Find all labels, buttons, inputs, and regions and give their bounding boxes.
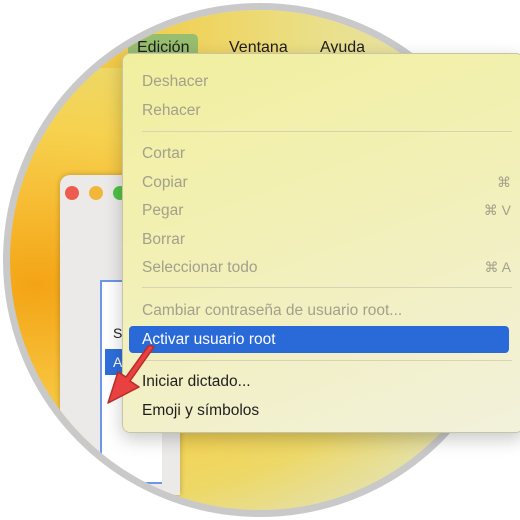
menu-item-activar-usuario-root[interactable]: Activar usuario root [129, 326, 509, 353]
menu-item-deshacer[interactable]: Deshacer [123, 68, 520, 95]
menu-item-iniciar-dictado[interactable]: Iniciar dictado... [123, 368, 520, 395]
pointer-arrow-icon [107, 345, 155, 404]
menu-item-copiar[interactable]: Copiar ⌘ [123, 169, 520, 196]
menu-item-pegar[interactable]: Pegar ⌘ V [123, 197, 520, 224]
menu-item-seleccionar-todo[interactable]: Seleccionar todo ⌘ A [123, 254, 520, 281]
close-window-button[interactable] [65, 186, 79, 200]
menu-item-rehacer[interactable]: Rehacer [123, 97, 520, 124]
minimize-window-button[interactable] [89, 186, 103, 200]
menu-separator [142, 360, 512, 361]
menu-item-cortar[interactable]: Cortar [123, 140, 520, 167]
menu-item-emoji-simbolos[interactable]: Emoji y símbolos [123, 397, 520, 424]
shortcut-copiar: ⌘ [497, 174, 511, 190]
menu-item-borrar[interactable]: Borrar [123, 226, 520, 253]
edit-dropdown-menu: Deshacer Rehacer Cortar Copiar ⌘ Pegar ⌘… [122, 53, 520, 433]
shortcut-seleccionar-todo: ⌘ A [484, 259, 511, 275]
menu-separator [142, 131, 512, 132]
menu-separator [142, 287, 512, 288]
menu-item-cambiar-contrasena-root[interactable]: Cambiar contraseña de usuario root... [123, 297, 520, 324]
shortcut-pegar: ⌘ V [483, 202, 511, 218]
